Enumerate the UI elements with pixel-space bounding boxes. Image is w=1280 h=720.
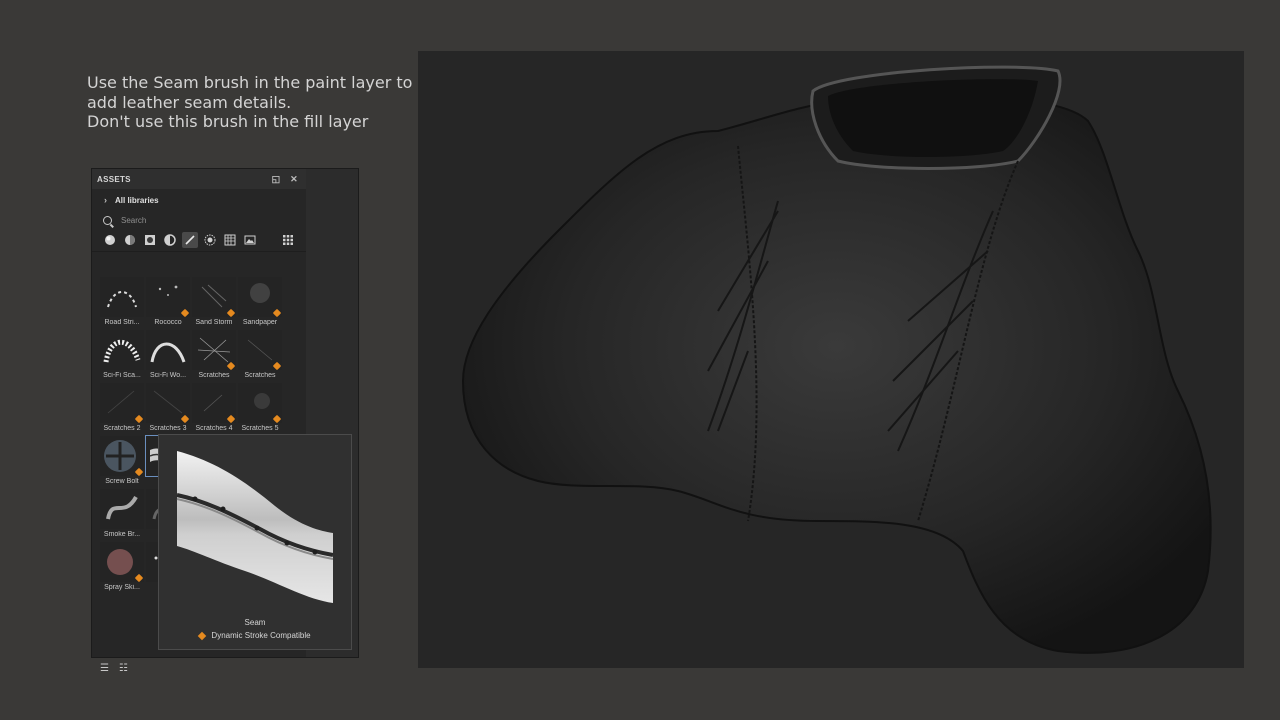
brush-tile[interactable]: Scratches 3	[146, 383, 190, 432]
brush-thumbnail	[100, 277, 144, 317]
brush-label: Sandpaper	[242, 319, 278, 326]
brush-tile[interactable]: Sci-Fi Wo...	[146, 330, 190, 379]
sort-icon[interactable]: ☷	[119, 663, 128, 674]
brush-thumbnail	[100, 383, 144, 424]
brush-thumbnail	[100, 489, 144, 529]
brush-thumbnail	[100, 330, 144, 370]
brush-label: Scratches 3	[149, 425, 187, 432]
brush-label: Sci-Fi Sca...	[103, 372, 141, 379]
brush-label: Smoke Br...	[103, 531, 141, 538]
dynamic-stroke-icon	[198, 631, 207, 641]
brush-tile[interactable]: Spray Ski...	[100, 542, 144, 591]
brush-label: Spray Ski...	[104, 584, 140, 591]
search-bar	[92, 211, 306, 229]
brush-label: Sand Storm	[195, 319, 233, 326]
brush-label: Road Stri...	[104, 319, 140, 326]
smart-mask-icon[interactable]	[142, 232, 158, 248]
library-selector[interactable]: › All libraries	[92, 189, 306, 211]
brush-thumbnail	[192, 277, 236, 318]
close-icon[interactable]: ✕	[287, 174, 301, 185]
brush-tile[interactable]: Screw Bolt	[100, 436, 144, 485]
brush-tile[interactable]: Scratches 2	[100, 383, 144, 432]
brush-thumbnail	[146, 330, 190, 370]
brush-thumbnail	[146, 277, 190, 318]
brush-label: Scratches 4	[195, 425, 233, 432]
environment-icon[interactable]	[242, 232, 258, 248]
instruction-line-3: Don't use this brush in the fill layer	[87, 112, 369, 131]
brush-icon[interactable]	[182, 232, 198, 248]
chevron-right-icon: ›	[104, 195, 107, 205]
brush-tile[interactable]: Sand Storm	[192, 277, 236, 326]
assets-panel-header: ASSETS ◱ ✕	[92, 169, 306, 189]
brush-thumbnail	[238, 383, 282, 424]
brush-thumbnail	[238, 277, 282, 318]
brush-tile[interactable]: Scratches 5	[238, 383, 282, 432]
brush-tile[interactable]: Road Stri...	[100, 277, 144, 326]
brush-thumbnail	[192, 330, 236, 371]
seam-brush-preview	[176, 451, 334, 603]
instruction-line-2: add leather seam details.	[87, 92, 292, 112]
grid-view-icon[interactable]	[280, 232, 296, 248]
brush-tile[interactable]: Scratches 4	[192, 383, 236, 432]
instruction-line-1: Use the Seam brush in the paint layer to	[87, 73, 413, 92]
filter-icon[interactable]	[162, 232, 178, 248]
brush-label: Rococco	[154, 319, 182, 326]
brush-tile[interactable]: Scratches	[238, 330, 282, 379]
brush-tile[interactable]: Scratches	[192, 330, 236, 379]
brush-tile[interactable]: Sci-Fi Sca...	[100, 330, 144, 379]
library-label: All libraries	[115, 195, 159, 205]
texture-icon[interactable]	[222, 232, 238, 248]
brush-label: Scratches 2	[103, 425, 141, 432]
brush-tooltip: Seam Dynamic Stroke Compatible	[158, 434, 352, 650]
tooltip-brush-name: Seam	[244, 618, 266, 627]
brush-thumbnail	[238, 330, 282, 371]
assets-panel-title: ASSETS	[97, 174, 131, 184]
brush-label: Scratches	[198, 372, 230, 379]
undock-icon[interactable]: ◱	[269, 174, 283, 185]
brush-label: Sci-Fi Wo...	[149, 372, 187, 379]
brush-thumbnail	[100, 542, 144, 583]
brush-thumbnail	[100, 436, 144, 477]
brush-tile[interactable]: Smoke Br...	[100, 489, 144, 538]
material-icon[interactable]	[102, 232, 118, 248]
tooltip-dynamic-label: Dynamic Stroke Compatible	[211, 631, 311, 640]
instruction-text: Use the Seam brush in the paint layer to…	[87, 73, 417, 132]
tooltip-dynamic-stroke: Dynamic Stroke Compatible	[159, 631, 351, 641]
panel-footer: ☰ ☷	[100, 663, 128, 674]
brush-label: Scratches	[244, 372, 276, 379]
3d-viewport[interactable]	[418, 51, 1244, 668]
search-icon	[103, 215, 112, 225]
brush-tile[interactable]: Rococco	[146, 277, 190, 326]
brush-label: Screw Bolt	[105, 478, 139, 485]
search-input[interactable]	[121, 215, 281, 225]
leather-seat-render	[461, 65, 1212, 654]
alpha-icon[interactable]	[202, 232, 218, 248]
smart-material-icon[interactable]	[122, 232, 138, 248]
asset-filter-bar	[92, 229, 306, 252]
brush-thumbnail	[192, 383, 236, 424]
brush-label: Scratches 5	[241, 425, 279, 432]
list-view-icon[interactable]: ☰	[100, 663, 109, 674]
brush-tile[interactable]: Sandpaper	[238, 277, 282, 326]
brush-thumbnail	[146, 383, 190, 424]
